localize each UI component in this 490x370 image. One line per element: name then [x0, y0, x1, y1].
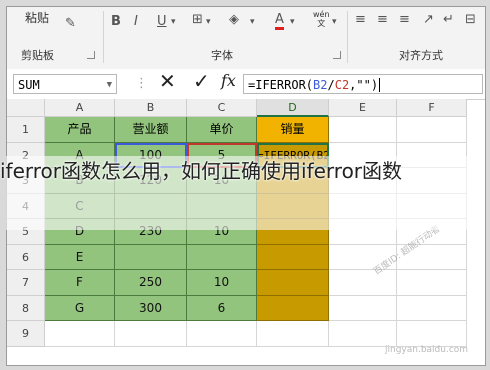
paste-button[interactable]: 粘贴: [25, 9, 49, 26]
cell-value: 销量: [280, 122, 305, 136]
column-header-c[interactable]: C: [187, 99, 257, 117]
cell-d9[interactable]: [257, 321, 329, 347]
watermark-site: jingyan.baidu.com: [385, 345, 469, 355]
cell-a6[interactable]: E: [45, 244, 115, 270]
format-painter-icon[interactable]: ✎: [65, 17, 76, 31]
cell-e1[interactable]: [329, 117, 397, 143]
column-header-f[interactable]: F: [397, 99, 467, 117]
fill-color-icon[interactable]: ◈: [229, 13, 239, 27]
cell-a8[interactable]: G: [45, 295, 115, 321]
cell-e7[interactable]: [329, 270, 397, 296]
formula-input[interactable]: =IFERROR(B2/C2,""): [243, 74, 483, 94]
align-top-icon[interactable]: ≡: [355, 13, 366, 27]
more-options-icon: ⋮: [135, 76, 148, 91]
cell-d1[interactable]: 销量: [257, 117, 329, 143]
text-cursor: [379, 78, 381, 92]
cell-value: 300: [139, 300, 162, 315]
borders-icon[interactable]: ⊞: [192, 13, 203, 27]
font-color-button[interactable]: A: [275, 13, 284, 30]
cancel-icon[interactable]: ✕: [159, 71, 176, 91]
underline-button[interactable]: U: [157, 15, 167, 29]
phonetic-guide-button[interactable]: wén 文: [313, 10, 330, 28]
cell-value: G: [74, 300, 85, 315]
overlay-title: iferror函数怎么用，如何正确使用iferror函数: [0, 159, 403, 183]
cell-a9[interactable]: [45, 321, 115, 347]
italic-button[interactable]: I: [134, 15, 138, 29]
cell-a7[interactable]: F: [45, 270, 115, 296]
cell-f8[interactable]: [397, 295, 467, 321]
cell-c8[interactable]: 6: [187, 295, 257, 321]
cell-c6[interactable]: [187, 244, 257, 270]
row-header-7[interactable]: 7: [7, 270, 45, 296]
clipboard-group-label: 剪贴板: [21, 49, 54, 62]
phonetic-dropdown-icon[interactable]: ▾: [332, 15, 337, 29]
column-header-a[interactable]: A: [45, 99, 115, 117]
cell-value: 营业额: [132, 122, 169, 136]
clipboard-launcher-icon[interactable]: [87, 51, 95, 59]
font-launcher-icon[interactable]: [333, 51, 341, 59]
column-header-d[interactable]: D: [257, 99, 329, 117]
column-header-b[interactable]: B: [115, 99, 187, 117]
cell-b7[interactable]: 250: [115, 270, 187, 296]
formula-suffix: ,""): [349, 78, 379, 92]
underline-dropdown-icon[interactable]: ▾: [171, 15, 176, 29]
cell-value: F: [76, 275, 83, 289]
cell-value: E: [75, 249, 84, 264]
cell-value: 10: [213, 275, 230, 289]
cell-value: 6: [217, 300, 226, 315]
alignment-group-label: 对齐方式: [399, 49, 443, 62]
cell-b6[interactable]: [115, 244, 187, 270]
align-bottom-icon[interactable]: ≡: [399, 13, 410, 27]
cell-b9[interactable]: [115, 321, 187, 347]
cell-value: 250: [139, 275, 162, 289]
cell-value: 产品: [67, 122, 92, 136]
wrap-text-icon[interactable]: ↵: [443, 13, 454, 27]
align-middle-icon[interactable]: ≡: [377, 13, 388, 27]
formula-bar: SUM ▼ ⋮ ✕ ✓ fx =IFERROR(B2/C2,""): [7, 69, 485, 100]
enter-icon[interactable]: ✓: [193, 71, 210, 91]
row-header-8[interactable]: 8: [7, 295, 45, 321]
cell-a1[interactable]: 产品: [45, 117, 115, 143]
cell-b8[interactable]: 300: [115, 295, 187, 321]
formula-ref-c2: C2: [334, 78, 350, 92]
column-header-e[interactable]: E: [329, 99, 397, 117]
ribbon-separator: [347, 11, 348, 63]
cell-e8[interactable]: [329, 295, 397, 321]
name-box[interactable]: SUM ▼: [13, 74, 117, 94]
formula-prefix: =IFERROR(: [248, 78, 314, 92]
cell-e9[interactable]: [329, 321, 397, 347]
orientation-icon[interactable]: ↗: [423, 13, 434, 27]
cell-d6[interactable]: [257, 244, 329, 270]
fill-dropdown-icon[interactable]: ▾: [250, 15, 255, 29]
insert-function-button[interactable]: fx: [221, 73, 236, 89]
cell-f1[interactable]: [397, 117, 467, 143]
borders-dropdown-icon[interactable]: ▾: [206, 15, 211, 29]
cell-d7[interactable]: [257, 270, 329, 296]
cell-c1[interactable]: 单价: [187, 117, 257, 143]
cell-c9[interactable]: [187, 321, 257, 347]
formula-slash: /: [327, 78, 335, 92]
name-box-value: SUM: [18, 78, 40, 92]
ribbon-separator: [103, 11, 104, 63]
cell-f7[interactable]: [397, 270, 467, 296]
bold-button[interactable]: B: [111, 15, 121, 29]
merge-icon[interactable]: ⊟: [465, 13, 476, 27]
cell-c7[interactable]: 10: [187, 270, 257, 296]
cell-value: 单价: [209, 122, 234, 136]
cell-d8[interactable]: [257, 295, 329, 321]
font-group-label: 字体: [211, 49, 233, 62]
font-color-dropdown-icon[interactable]: ▾: [290, 15, 295, 29]
select-all-corner[interactable]: [7, 99, 45, 117]
formula-ref-b2: B2: [313, 78, 328, 92]
ribbon: 粘贴 ✎ 剪贴板 B I U ▾ ⊞ ▾ ◈ ▾ A ▾ wén 文 ▾ 字体 …: [7, 7, 485, 70]
row-header-9[interactable]: 9: [7, 321, 45, 347]
name-box-dropdown-icon[interactable]: ▼: [107, 75, 112, 95]
cell-b1[interactable]: 营业额: [115, 117, 187, 143]
row-header-6[interactable]: 6: [7, 244, 45, 270]
row-header-1[interactable]: 1: [7, 117, 45, 143]
cell-f9[interactable]: [397, 321, 467, 347]
